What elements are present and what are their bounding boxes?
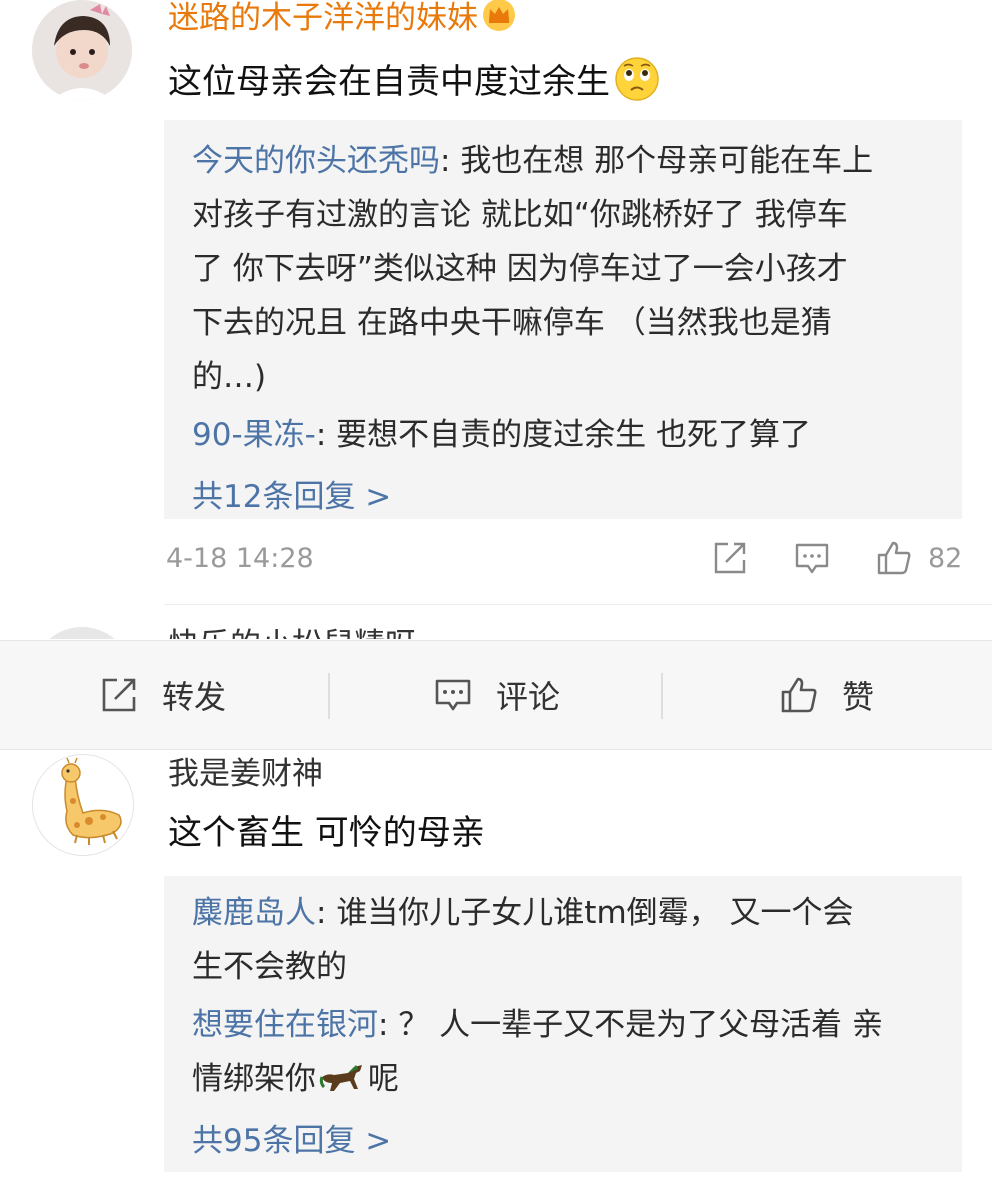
more-replies-link[interactable]: 共12条回复 > — [192, 470, 936, 524]
repost-icon — [102, 678, 136, 712]
avatar[interactable] — [32, 754, 134, 856]
reply-box[interactable]: 麋鹿岛人: 谁当你儿子女儿谁tm倒霉， 又一个会 生不会教的 想要住在银河: ？… — [164, 876, 962, 1172]
reply-text: 了 你下去呀”类似这种 因为停车过了一会小孩才 — [192, 251, 848, 287]
partially-hidden-comment: 快乐的小松鼠精呀 — [0, 605, 992, 639]
reply-item[interactable]: 90-果冻-: 要想不自责的度过余生 也死了算了 — [192, 408, 936, 462]
repost-label: 转发 — [162, 678, 227, 716]
comment-icon[interactable] — [794, 540, 830, 576]
like-button[interactable]: 赞 — [780, 641, 874, 749]
comment-button[interactable]: 评论 — [434, 641, 560, 749]
reply-colon: : — [316, 895, 337, 931]
worried-face-emoji — [615, 57, 659, 101]
reply-author[interactable]: 90-果冻- — [192, 417, 316, 453]
avatar-photo-icon — [32, 0, 132, 100]
repost-button[interactable]: 转发 — [100, 641, 226, 749]
like-icon — [781, 677, 817, 713]
more-replies-link[interactable]: 共95条回复 > — [192, 1114, 936, 1168]
reply-text: 我也在想 那个母亲可能在车上 — [460, 143, 874, 179]
repost-icon[interactable] — [712, 540, 748, 576]
horse-emoji — [319, 1065, 362, 1091]
comment-text: 这位母亲会在自责中度过余生 — [168, 56, 660, 104]
reply-text: 要想不自责的度过余生 也死了算了 — [336, 417, 811, 453]
like-count: 82 — [928, 543, 963, 574]
comment-body: 这位母亲会在自责中度过余生 — [168, 62, 610, 102]
comment-username[interactable]: 我是姜财神 — [168, 754, 323, 794]
like-icon[interactable] — [876, 540, 912, 576]
reply-box[interactable]: 今天的你头还秃吗: 我也在想 那个母亲可能在车上 对孩子有过激的言论 就比如“你… — [164, 120, 962, 519]
like-label: 赞 — [842, 678, 875, 716]
comment-timestamp: 4-18 14:28 — [166, 543, 314, 574]
avatar[interactable] — [32, 0, 132, 100]
reply-text: 生不会教的 — [192, 949, 347, 985]
comment-username[interactable]: 迷路的木子洋洋的妹妹 — [168, 0, 516, 38]
reply-text: 下去的况且 在路中央干嘛停车 （当然我也是猜 — [192, 305, 832, 341]
reply-text: 呢 — [368, 1061, 399, 1097]
reply-item[interactable]: 今天的你头还秃吗: 我也在想 那个母亲可能在车上 对孩子有过激的言论 就比如“你… — [192, 134, 936, 404]
comment-label: 评论 — [496, 678, 561, 716]
reply-colon: : — [378, 1007, 399, 1043]
comment-username[interactable]: 快乐的小松鼠精呀 — [168, 625, 416, 639]
vip-crown-icon — [483, 0, 515, 31]
action-toolbar: 转发 评论 赞 — [0, 640, 992, 750]
comment-item: 迷路的木子洋洋的妹妹 这位母亲会在自责中度过余生 今天的你头还秃吗: 我也在想 … — [0, 0, 992, 605]
toolbar-separator — [328, 673, 330, 719]
reply-text: ？ 人一辈子又不是为了父母活着 亲 — [398, 1007, 884, 1043]
comment-text: 这个畜生 可怜的母亲 — [168, 813, 485, 853]
reply-text: 对孩子有过激的言论 就比如“你跳桥好了 我停车 — [192, 197, 848, 233]
reply-author[interactable]: 想要住在银河 — [192, 1007, 378, 1043]
reply-text: 的…) — [192, 359, 267, 395]
username-text[interactable]: 迷路的木子洋洋的妹妹 — [168, 0, 478, 36]
comment-icon — [435, 679, 471, 711]
reply-text: 情绑架你 — [192, 1061, 316, 1097]
reply-text: 谁当你儿子女儿谁tm倒霉， 又一个会 — [336, 895, 854, 931]
reply-colon: : — [315, 417, 337, 453]
reply-colon: : — [440, 143, 461, 179]
giraffe-avatar-icon — [33, 755, 133, 855]
toolbar-separator — [661, 673, 663, 719]
comment-item: 我是姜财神 这个畜生 可怜的母亲 麋鹿岛人: 谁当你儿子女儿谁tm倒霉， 又一个… — [0, 748, 992, 1188]
reply-author[interactable]: 今天的你头还秃吗 — [192, 143, 440, 179]
reply-item[interactable]: 想要住在银河: ？ 人一辈子又不是为了父母活着 亲 情绑架你 呢 — [192, 998, 936, 1106]
avatar[interactable] — [32, 627, 132, 639]
reply-item[interactable]: 麋鹿岛人: 谁当你儿子女儿谁tm倒霉， 又一个会 生不会教的 — [192, 886, 936, 994]
reply-author[interactable]: 麋鹿岛人 — [192, 895, 316, 931]
